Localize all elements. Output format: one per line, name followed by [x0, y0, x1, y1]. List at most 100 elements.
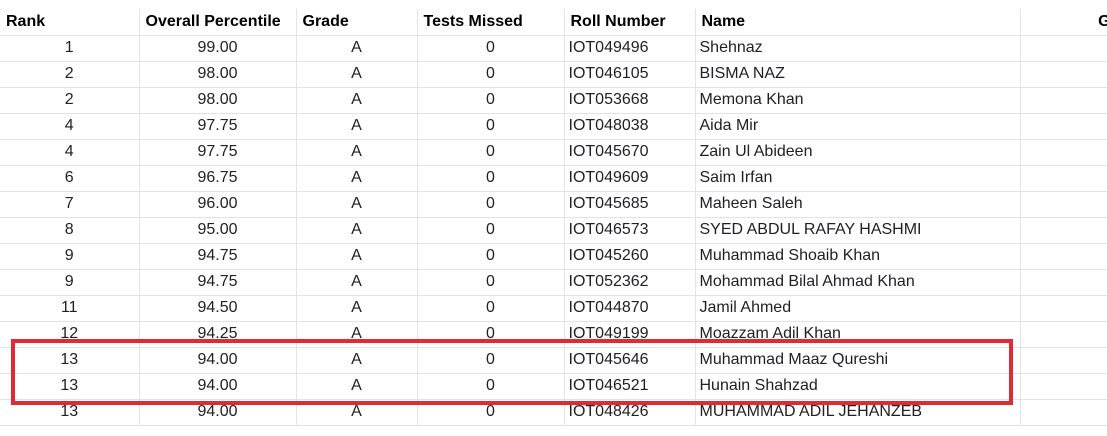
- cell-grade[interactable]: A: [296, 217, 418, 244]
- cell-name[interactable]: MUHAMMAD ADIL JEHANZEB: [695, 399, 1021, 426]
- cell-name[interactable]: Muhammad Maaz Qureshi: [695, 347, 1021, 374]
- cell-roll-number[interactable]: IOT045260: [564, 243, 696, 270]
- cell-overall-percentile[interactable]: 94.00: [139, 399, 297, 426]
- cell-rank[interactable]: 9: [0, 243, 140, 270]
- cell-git-quiz[interactable]: 97: [1020, 35, 1107, 62]
- cell-roll-number[interactable]: IOT046573: [564, 217, 696, 244]
- cell-roll-number[interactable]: IOT046105: [564, 61, 696, 88]
- cell-rank[interactable]: 4: [0, 139, 140, 166]
- cell-tests-missed[interactable]: 0: [417, 243, 565, 270]
- cell-grade[interactable]: A: [296, 269, 418, 296]
- cell-overall-percentile[interactable]: 97.75: [139, 113, 297, 140]
- cell-roll-number[interactable]: IOT044870: [564, 295, 696, 322]
- cell-rank[interactable]: 13: [0, 347, 140, 374]
- cell-name[interactable]: Maheen Saleh: [695, 191, 1021, 218]
- cell-tests-missed[interactable]: 0: [417, 217, 565, 244]
- cell-rank[interactable]: 8: [0, 217, 140, 244]
- cell-roll-number[interactable]: IOT049199: [564, 321, 696, 348]
- cell-roll-number[interactable]: IOT045685: [564, 191, 696, 218]
- cell-git-quiz[interactable]: 98: [1020, 217, 1107, 244]
- cell-git-quiz[interactable]: 91: [1020, 295, 1107, 322]
- cell-name[interactable]: Saim Irfan: [695, 165, 1021, 192]
- cell-overall-percentile[interactable]: 94.00: [139, 347, 297, 374]
- column-header-overall-percentile[interactable]: Overall Percentile: [139, 9, 297, 36]
- cell-grade[interactable]: A: [296, 243, 418, 270]
- cell-name[interactable]: Moazzam Adil Khan: [695, 321, 1021, 348]
- cell-name[interactable]: BISMA NAZ: [695, 61, 1021, 88]
- cell-overall-percentile[interactable]: 94.75: [139, 269, 297, 296]
- cell-tests-missed[interactable]: 0: [417, 347, 565, 374]
- cell-grade[interactable]: A: [296, 191, 418, 218]
- cell-rank[interactable]: 1: [0, 35, 140, 62]
- cell-name[interactable]: Muhammad Shoaib Khan: [695, 243, 1021, 270]
- cell-tests-missed[interactable]: 0: [417, 139, 565, 166]
- cell-roll-number[interactable]: IOT045646: [564, 347, 696, 374]
- cell-roll-number[interactable]: IOT049609: [564, 165, 696, 192]
- cell-rank[interactable]: 9: [0, 269, 140, 296]
- cell-overall-percentile[interactable]: 96.75: [139, 165, 297, 192]
- cell-overall-percentile[interactable]: 95.00: [139, 217, 297, 244]
- cell-grade[interactable]: A: [296, 347, 418, 374]
- cell-rank[interactable]: 6: [0, 165, 140, 192]
- cell-name[interactable]: Memona Khan: [695, 87, 1021, 114]
- cell-grade[interactable]: A: [296, 61, 418, 88]
- cell-grade[interactable]: A: [296, 113, 418, 140]
- cell-name[interactable]: Jamil Ahmed: [695, 295, 1021, 322]
- cell-overall-percentile[interactable]: 94.75: [139, 243, 297, 270]
- cell-git-quiz[interactable]: 98: [1020, 243, 1107, 270]
- cell-overall-percentile[interactable]: 94.25: [139, 321, 297, 348]
- column-header-tests-missed[interactable]: Tests Missed: [417, 9, 565, 36]
- cell-grade[interactable]: A: [296, 321, 418, 348]
- cell-tests-missed[interactable]: 0: [417, 295, 565, 322]
- column-header-rank[interactable]: Rank: [0, 9, 140, 36]
- cell-git-quiz[interactable]: 95: [1020, 61, 1107, 88]
- cell-overall-percentile[interactable]: 94.00: [139, 373, 297, 400]
- cell-overall-percentile[interactable]: 94.50: [139, 295, 297, 322]
- cell-grade[interactable]: A: [296, 295, 418, 322]
- cell-rank[interactable]: 4: [0, 113, 140, 140]
- cell-tests-missed[interactable]: 0: [417, 35, 565, 62]
- cell-overall-percentile[interactable]: 99.00: [139, 35, 297, 62]
- cell-name[interactable]: SYED ABDUL RAFAY HASHMI: [695, 217, 1021, 244]
- cell-tests-missed[interactable]: 0: [417, 191, 565, 218]
- cell-tests-missed[interactable]: 0: [417, 321, 565, 348]
- cell-name[interactable]: Aida Mir: [695, 113, 1021, 140]
- column-header-roll-number[interactable]: Roll Number: [564, 9, 696, 36]
- cell-tests-missed[interactable]: 0: [417, 165, 565, 192]
- cell-git-quiz[interactable]: 93: [1020, 321, 1107, 348]
- cell-roll-number[interactable]: IOT048426: [564, 399, 696, 426]
- cell-roll-number[interactable]: IOT048038: [564, 113, 696, 140]
- cell-name[interactable]: Zain Ul Abideen: [695, 139, 1021, 166]
- cell-roll-number[interactable]: IOT052362: [564, 269, 696, 296]
- cell-name[interactable]: Mohammad Bilal Ahmad Khan: [695, 269, 1021, 296]
- cell-git-quiz[interactable]: 91: [1020, 191, 1107, 218]
- cell-rank[interactable]: 13: [0, 373, 140, 400]
- cell-tests-missed[interactable]: 0: [417, 269, 565, 296]
- cell-grade[interactable]: A: [296, 87, 418, 114]
- cell-git-quiz[interactable]: 95: [1020, 139, 1107, 166]
- column-header-grade[interactable]: Grade: [296, 9, 418, 36]
- cell-overall-percentile[interactable]: 98.00: [139, 87, 297, 114]
- cell-overall-percentile[interactable]: 97.75: [139, 139, 297, 166]
- cell-git-quiz[interactable]: 95: [1020, 373, 1107, 400]
- cell-grade[interactable]: A: [296, 165, 418, 192]
- cell-roll-number[interactable]: IOT049496: [564, 35, 696, 62]
- cell-tests-missed[interactable]: 0: [417, 399, 565, 426]
- cell-rank[interactable]: 2: [0, 87, 140, 114]
- cell-git-quiz[interactable]: 99: [1020, 87, 1107, 114]
- cell-tests-missed[interactable]: 0: [417, 373, 565, 400]
- cell-git-quiz[interactable]: 98: [1020, 269, 1107, 296]
- cell-rank[interactable]: 12: [0, 321, 140, 348]
- cell-rank[interactable]: 2: [0, 61, 140, 88]
- cell-git-quiz[interactable]: 99: [1020, 113, 1107, 140]
- cell-grade[interactable]: A: [296, 35, 418, 62]
- cell-tests-missed[interactable]: 0: [417, 61, 565, 88]
- cell-rank[interactable]: 13: [0, 399, 140, 426]
- cell-git-quiz[interactable]: 99: [1020, 399, 1107, 426]
- cell-roll-number[interactable]: IOT045670: [564, 139, 696, 166]
- cell-rank[interactable]: 11: [0, 295, 140, 322]
- cell-grade[interactable]: A: [296, 399, 418, 426]
- column-header-name[interactable]: Name: [695, 9, 1021, 36]
- cell-name[interactable]: Shehnaz: [695, 35, 1021, 62]
- cell-rank[interactable]: 7: [0, 191, 140, 218]
